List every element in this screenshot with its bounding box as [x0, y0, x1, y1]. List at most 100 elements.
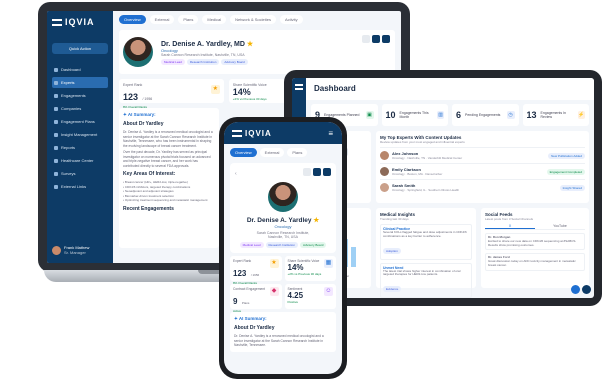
insight-item[interactable]: Unmet Need The latest trial shows higher … [380, 262, 472, 298]
stat-expert-rank: Expert Rank 123 / 1956 8% Overall Ranks … [119, 79, 224, 109]
expert-photo [268, 182, 298, 212]
tab-overview[interactable]: Overview [119, 15, 146, 24]
star-icon[interactable]: ★ [313, 217, 319, 224]
bookmark-button[interactable] [372, 35, 380, 43]
status-badge: Insight Shared [559, 184, 585, 191]
tab-activity[interactable]: Activity [279, 15, 303, 24]
tag-chip: Advisory Board [300, 242, 327, 248]
stat-pending: 6 Pending Engagements ◷ [452, 104, 519, 126]
add-button[interactable] [382, 35, 390, 43]
add-fab-button[interactable] [582, 285, 591, 294]
stat-sub: +2% vs Previous 30 days [287, 272, 322, 276]
ai-summary-label: AI Summary: [127, 112, 156, 117]
about-text-2: Over the past decade, Dr. Yardley has se… [123, 150, 211, 168]
nav-label: Experts [61, 80, 75, 85]
stat-scientific-voice: Share Scientific Voice 14% +2% vs Previous… [284, 256, 336, 281]
nav-label: Surveys [61, 171, 76, 176]
chart-icon: ▦ [324, 259, 333, 268]
insights-icon [54, 132, 58, 137]
chevron-left-icon[interactable]: ‹ [235, 171, 237, 177]
expert-meta: Oncology · Boston, MA · Dana-Farber [392, 172, 443, 176]
avatar [380, 167, 389, 176]
expert-name: Dr. Denise A. Yardley [246, 217, 312, 224]
tab-plans[interactable]: Plans [287, 148, 308, 157]
nav-item-surveys[interactable]: Surveys [52, 168, 108, 179]
expert-meta: Oncology · Nashville, TN · Vanderbilt Me… [392, 156, 463, 160]
tab-external[interactable]: External [149, 15, 175, 24]
logo-icon[interactable] [295, 84, 303, 90]
tab-overview[interactable]: Overview [230, 148, 257, 157]
nav-item-healthcare-center[interactable]: Healthcare Center [52, 155, 108, 166]
handshake-icon: ◆ [269, 287, 279, 296]
app-logo[interactable]: IQVIA [52, 17, 108, 27]
expert-row[interactable]: Emily Clarkson Oncology · Boston, MA · Da… [380, 163, 585, 179]
stat-engagements-month: 10 Engagements This Month ▥ [381, 104, 448, 126]
nav-item-reports[interactable]: Reports [52, 142, 108, 153]
expert-row[interactable]: Sarah Smith Oncology · Springfield, IL · … [380, 179, 585, 195]
key-area-text: CDK4/6 inhibitors, targeted therapy comb… [124, 184, 191, 189]
companies-icon [54, 106, 58, 111]
bookmark-button[interactable] [313, 168, 321, 176]
tab-network[interactable]: Network & Societies [230, 15, 276, 24]
nav-item-dashboard[interactable]: Dashboard [52, 64, 108, 75]
nav-item-experts[interactable]: Experts [52, 77, 108, 88]
tab-medical[interactable]: Medical [202, 15, 227, 24]
expert-row[interactable]: Alex Johnson Oncology · Nashville, TN · V… [380, 147, 585, 163]
recent-engagements-title: Recent Engagements [123, 205, 174, 212]
expert-photo [123, 37, 153, 67]
tab-youtube[interactable]: YouTube [535, 224, 585, 229]
chat-fab-button[interactable] [571, 285, 580, 294]
top-experts-card: My Top Experts With Content Updates Revi… [376, 131, 589, 203]
share-button[interactable] [303, 168, 311, 176]
nav-item-companies[interactable]: Companies [52, 103, 108, 114]
nav-item-engagements[interactable]: Engagements [52, 90, 108, 101]
tab-x[interactable]: X [485, 224, 535, 229]
insight-text: Several KOLs flagged fatigue and dose ad… [383, 230, 467, 238]
social-post[interactable]: Dr. Ron Morgan Excited to share our new d… [485, 233, 585, 251]
star-icon[interactable]: ★ [247, 41, 253, 48]
reports-icon [54, 145, 58, 150]
social-post[interactable]: Dr. James Ford Great discussion today on … [485, 253, 585, 271]
add-button[interactable] [323, 168, 331, 176]
stat-value: 123 [123, 92, 139, 102]
quick-action-button[interactable]: Quick Action [52, 43, 108, 54]
clock-icon: ◷ [506, 111, 515, 119]
stat-value: 123 [233, 269, 247, 278]
nav-item-external-links[interactable]: External Links [52, 181, 108, 192]
user-profile[interactable]: Frank Mathew Sr. Manager [52, 245, 89, 255]
tab-external[interactable]: External [259, 148, 285, 157]
key-area-text: Biomarker-driven treatment selection [124, 193, 174, 198]
nav-label: External Links [61, 184, 87, 189]
brand-name: IQVIA [65, 17, 95, 27]
post-text: Excited to share our new data on CDK4/6 … [488, 238, 577, 247]
insight-text: The latest trial shows higher interest i… [383, 268, 461, 277]
nav-item-engagement-plans[interactable]: Engagement Plans [52, 116, 108, 127]
about-text: Dr. Denise A. Yardley is a renowned medi… [123, 130, 213, 148]
about-title: About Dr Yardley [234, 325, 275, 331]
stat-sub: Positive [287, 300, 299, 304]
tab-plans[interactable]: Plans [178, 15, 199, 24]
stat-value: 9 [233, 297, 238, 306]
stat-value: 10 [385, 110, 396, 120]
nav-item-insight-management[interactable]: Insight Management [52, 129, 108, 140]
profile-actions [303, 168, 331, 176]
share-button[interactable] [362, 35, 370, 43]
hamburger-menu-icon[interactable]: ≡ [328, 129, 334, 138]
insight-tag: Adoption [383, 247, 401, 254]
stat-label: Engagements In Review [540, 111, 567, 119]
calendar-icon: ▣ [365, 111, 374, 119]
ai-summary-title: ✦ AI Summary: [123, 112, 156, 117]
about-title: About Dr Yardley [123, 121, 164, 127]
profile-tabs: Overview External Plans Medical Network … [119, 15, 395, 24]
tag-chip: Advisory Board [221, 58, 248, 65]
phone-profile-card: ‹ Dr. Denise A. Yardley ★ Oncology Sarah… [230, 163, 336, 253]
bolt-icon: ⚡ [577, 111, 585, 119]
insight-item[interactable]: Clinical Practice Several KOLs flagged fa… [380, 224, 472, 260]
stat-value: 6 [456, 110, 462, 120]
stat-suffix: / 1956 [142, 97, 153, 101]
expert-institution: Sarah Cannon Research Institute, Nashvil… [161, 52, 245, 57]
key-area-text: Breast cancer (HR+, HER2-low, triple-neg… [124, 180, 188, 184]
device-mockup-scene: IQVIA Quick Action Dashboard Experts Eng… [0, 0, 605, 381]
chart-bar [351, 247, 356, 267]
tablet-stat-row: 9 Engagements Planned ▣ 10 Engagements This… [311, 104, 589, 126]
